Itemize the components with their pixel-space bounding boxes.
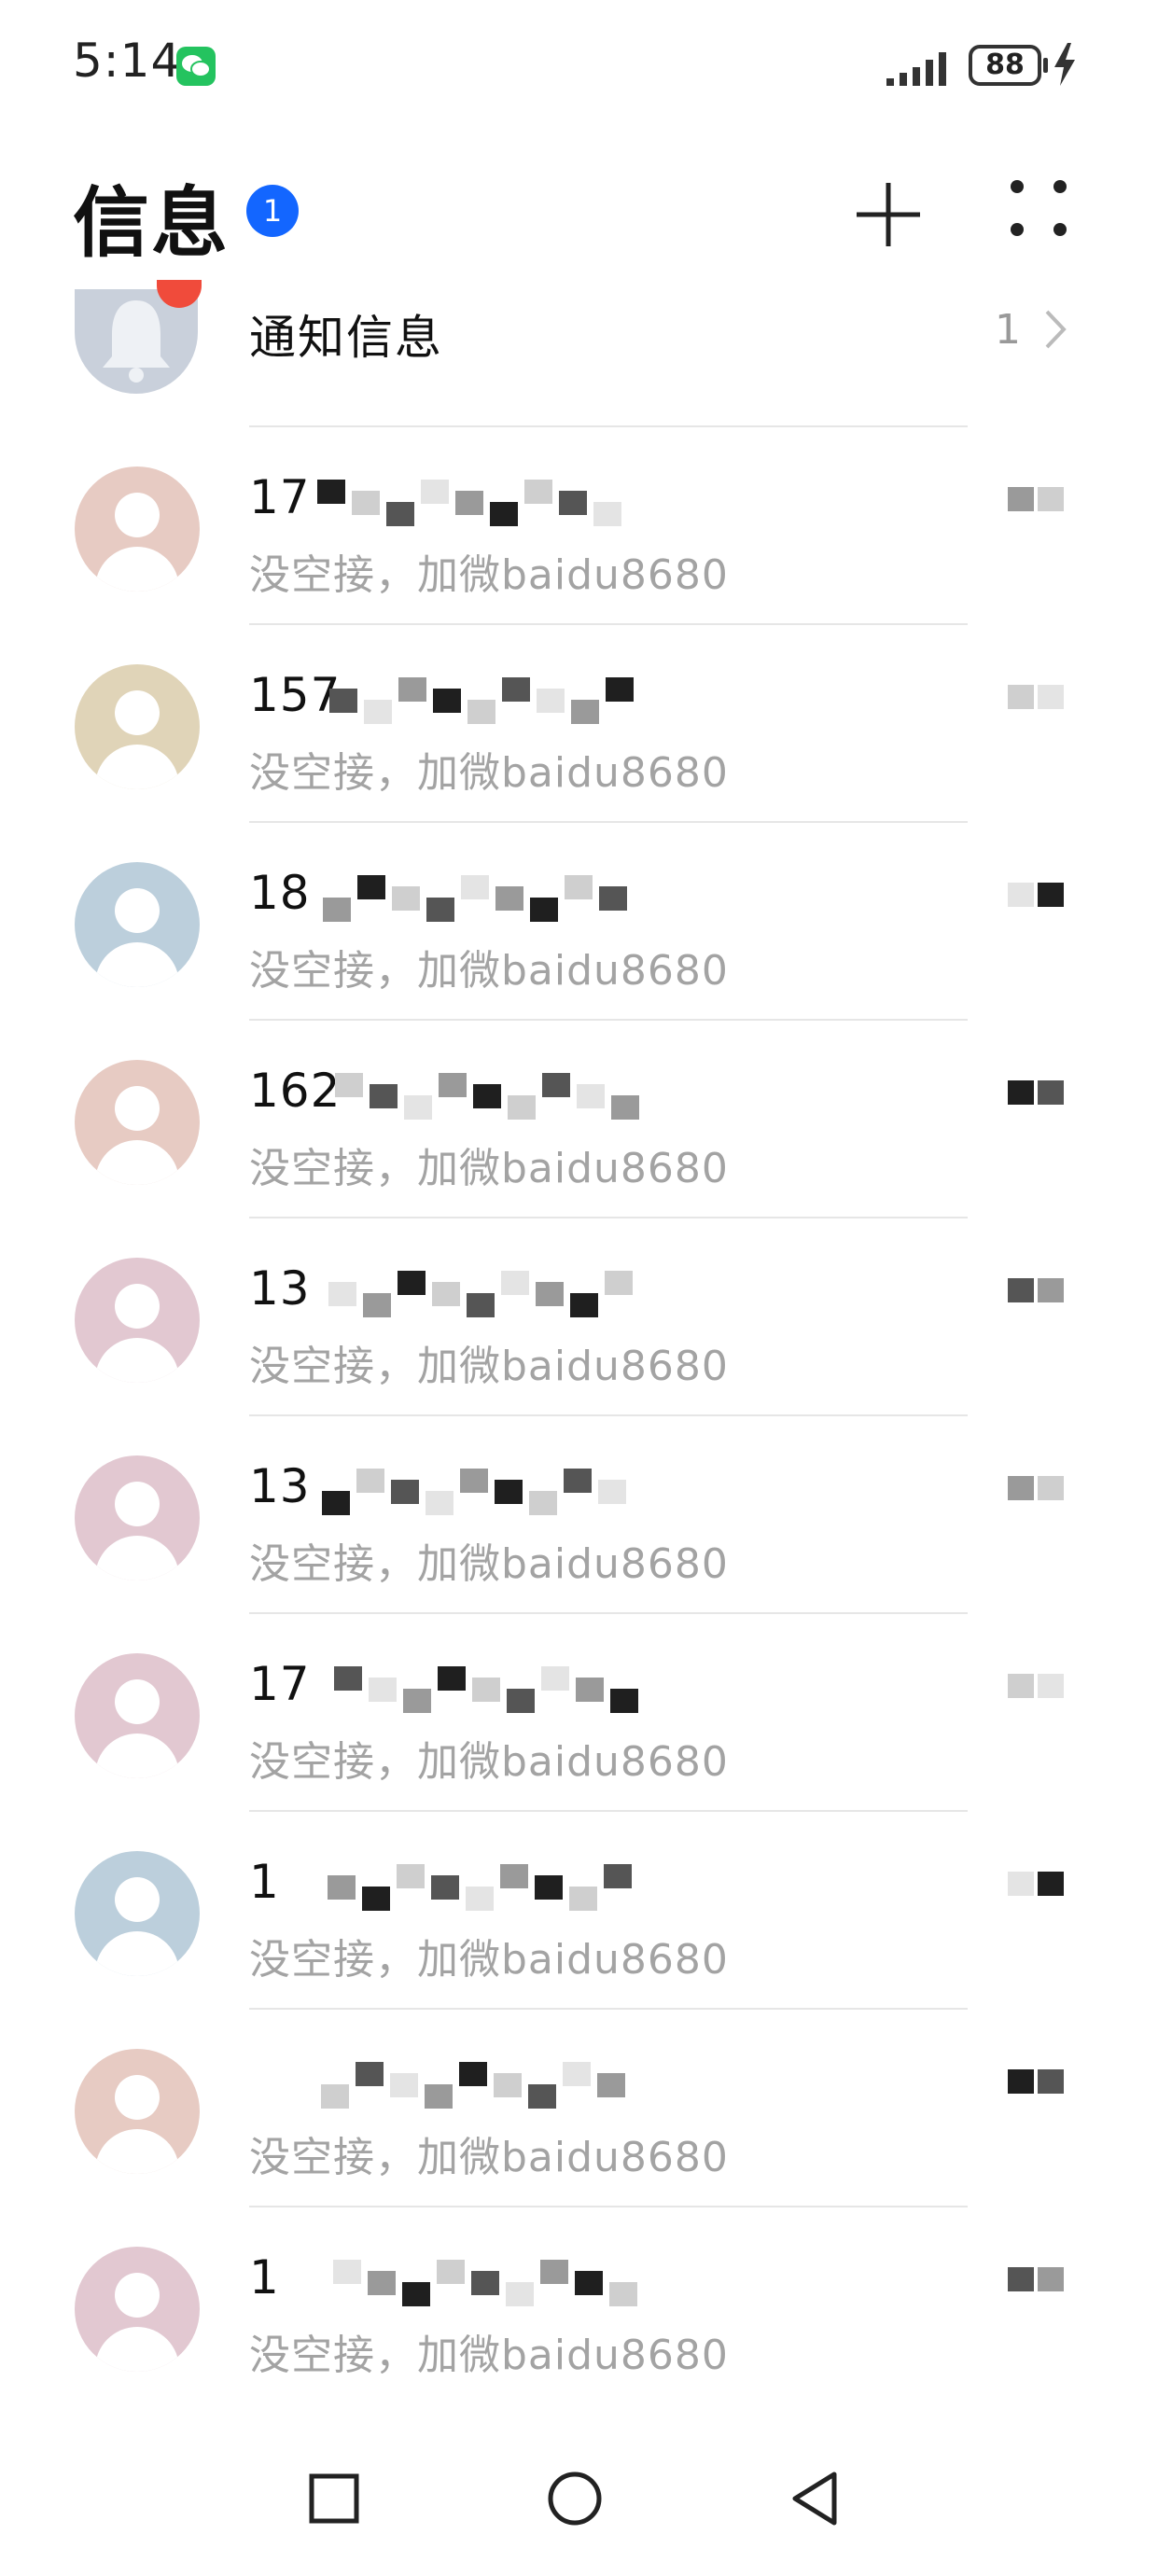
message-preview: 没空接，加微baidu8680: [249, 1936, 729, 1984]
contact-avatar-icon: [75, 2247, 200, 2372]
sender-number: 17: [249, 470, 311, 524]
contact-avatar-icon: [75, 2049, 200, 2174]
sender-number: 1: [249, 2250, 280, 2304]
row-divider: [249, 2206, 968, 2207]
battery-tip: [1043, 58, 1048, 73]
triangle-back-icon[interactable]: [778, 2461, 853, 2536]
new-message-button[interactable]: [851, 177, 926, 252]
circle-home-icon[interactable]: [537, 2461, 612, 2536]
message-preview: 没空接，加微baidu8680: [249, 2332, 729, 2379]
redacted-mosaic: [317, 2062, 635, 2109]
charging-bolt-icon: [1054, 43, 1075, 86]
message-preview: 没空接，加微baidu8680: [249, 2134, 729, 2181]
row-divider: [249, 821, 968, 823]
row-divider: [249, 1612, 968, 1614]
redacted-time: [1008, 2267, 1073, 2293]
conversation-row[interactable]: 18 没空接，加微baidu8680: [0, 821, 1172, 1023]
conversation-row[interactable]: 17 没空接，加微baidu8680: [0, 1612, 1172, 1814]
status-bar: 5:14 88: [0, 0, 1172, 131]
redacted-time: [1008, 1080, 1073, 1107]
conversation-row[interactable]: 1 没空接，加微baidu8680: [0, 2206, 1172, 2407]
contact-avatar-icon: [75, 466, 200, 592]
navigation-bar: [0, 2426, 1172, 2576]
contact-avatar-icon: [75, 1060, 200, 1185]
row-divider: [249, 425, 968, 427]
row-divider: [249, 1414, 968, 1416]
message-preview: 没空接，加微baidu8680: [249, 1343, 729, 1390]
message-preview: 没空接，加微baidu8680: [249, 551, 729, 599]
redacted-time: [1008, 1674, 1073, 1700]
message-preview: 没空接，加微baidu8680: [249, 749, 729, 797]
status-time: 5:14: [73, 34, 182, 88]
redacted-mosaic: [317, 1271, 635, 1317]
conversation-row[interactable]: 1 没空接，加微baidu8680: [0, 1810, 1172, 2012]
sender-number: 18: [249, 866, 311, 920]
sender-number: 13: [249, 1459, 311, 1513]
redacted-mosaic: [317, 875, 635, 922]
page-title: 信息: [73, 179, 230, 268]
sender-number: 13: [249, 1261, 311, 1316]
redacted-mosaic: [317, 480, 635, 526]
conversation-row[interactable]: 13 没空接，加微baidu8680: [0, 1217, 1172, 1418]
contact-avatar-icon: [75, 664, 200, 789]
more-options-button[interactable]: [1008, 177, 1069, 239]
contact-avatar-icon: [75, 1653, 200, 1778]
redacted-mosaic: [317, 1666, 638, 1713]
row-divider: [249, 1019, 968, 1021]
redacted-time: [1008, 685, 1073, 711]
conversation-row[interactable]: 162 没空接，加微baidu8680: [0, 1019, 1172, 1220]
redacted-time: [1008, 487, 1073, 513]
unread-badge: 1: [246, 185, 299, 237]
row-divider: [249, 2008, 968, 2010]
message-preview: 没空接，加微baidu8680: [249, 1738, 729, 1786]
conversation-row[interactable]: 没空接，加微baidu8680: [0, 2008, 1172, 2209]
redacted-time: [1008, 883, 1073, 909]
wechat-icon: [176, 47, 216, 86]
contact-avatar-icon: [75, 862, 200, 987]
conversation-row[interactable]: 157 没空接，加微baidu8680: [0, 623, 1172, 825]
message-preview: 没空接，加微baidu8680: [249, 1540, 729, 1588]
conversation-row[interactable]: 13 没空接，加微baidu8680: [0, 1414, 1172, 1616]
redacted-mosaic: [317, 1864, 635, 1911]
notification-title: 通知信息: [249, 311, 443, 365]
plus-icon: [857, 183, 920, 246]
redacted-mosaic: [317, 1469, 635, 1515]
signal-icon: [886, 52, 946, 86]
row-divider: [249, 1217, 968, 1218]
contact-avatar-icon: [75, 1455, 200, 1580]
redacted-time: [1008, 1476, 1073, 1502]
battery-indicator: 88: [969, 45, 1041, 86]
sender-number: 1: [249, 1855, 280, 1909]
contact-avatar-icon: [75, 1851, 200, 1976]
redacted-mosaic: [317, 677, 635, 724]
message-preview: 没空接，加微baidu8680: [249, 947, 729, 995]
sender-number: 17: [249, 1657, 311, 1711]
square-recents-icon[interactable]: [297, 2461, 371, 2536]
redacted-mosaic: [317, 2260, 637, 2306]
chevron-right-icon: [1045, 310, 1067, 349]
contact-avatar-icon: [75, 1258, 200, 1383]
redacted-time: [1008, 1872, 1073, 1898]
redacted-mosaic: [317, 1073, 639, 1120]
redacted-time: [1008, 2069, 1073, 2096]
app-header: 信息: [0, 140, 1172, 280]
notification-count: 1: [995, 306, 1021, 354]
redacted-time: [1008, 1278, 1073, 1304]
more-dots-icon: [1011, 180, 1067, 236]
row-divider: [249, 1810, 968, 1812]
row-divider: [249, 623, 968, 625]
conversation-row[interactable]: 17 没空接，加微baidu8680: [0, 425, 1172, 627]
message-preview: 没空接，加微baidu8680: [249, 1145, 729, 1192]
